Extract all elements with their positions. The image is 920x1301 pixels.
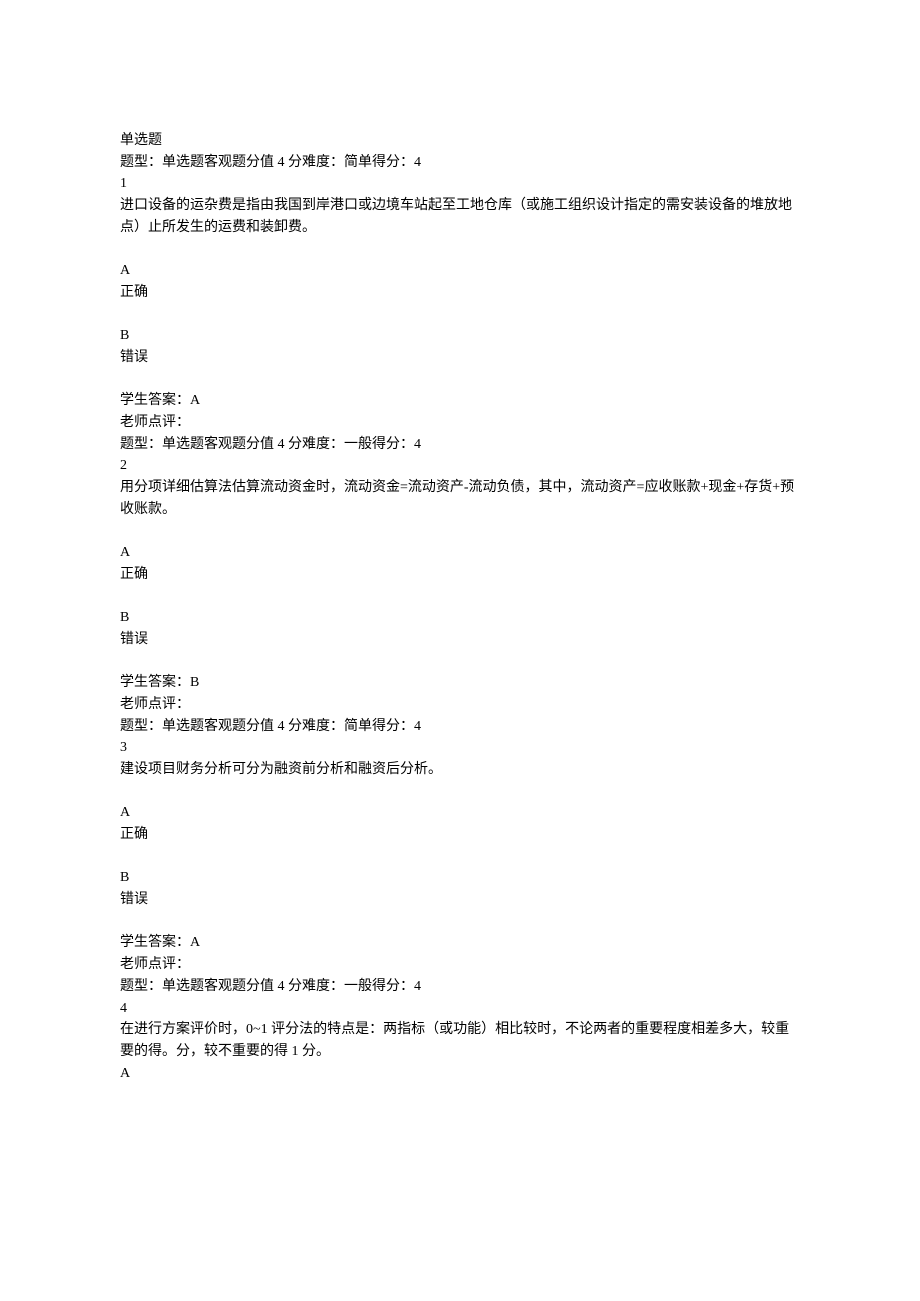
option-letter: B bbox=[120, 325, 800, 347]
teacher-comment: 老师点评： bbox=[120, 412, 800, 434]
blank-line bbox=[120, 520, 800, 542]
option-text: 错误 bbox=[120, 629, 800, 651]
question-prompt: 建设项目财务分析可分为融资前分析和融资后分析。 bbox=[120, 759, 800, 781]
question-prompt: 用分项详细估算法估算流动资金时，流动资金=流动资产-流动负债，其中，流动资产=应… bbox=[120, 477, 800, 520]
student-answer: 学生答案：A bbox=[120, 390, 800, 412]
question-meta: 题型：单选题客观题分值 4 分难度：简单得分：4 bbox=[120, 152, 800, 174]
question-number: 4 bbox=[120, 998, 800, 1020]
option-letter: A bbox=[120, 802, 800, 824]
question-meta: 题型：单选题客观题分值 4 分难度：一般得分：4 bbox=[120, 434, 800, 456]
section-title: 单选题 bbox=[120, 130, 800, 152]
option-text: 正确 bbox=[120, 824, 800, 846]
student-answer: 学生答案：B bbox=[120, 672, 800, 694]
blank-line bbox=[120, 846, 800, 868]
option-text: 正确 bbox=[120, 564, 800, 586]
student-answer: 学生答案：A bbox=[120, 932, 800, 954]
blank-line bbox=[120, 911, 800, 933]
blank-line bbox=[120, 304, 800, 326]
teacher-comment: 老师点评： bbox=[120, 954, 800, 976]
question-meta: 题型：单选题客观题分值 4 分难度：一般得分：4 bbox=[120, 976, 800, 998]
teacher-comment: 老师点评： bbox=[120, 694, 800, 716]
question-number: 3 bbox=[120, 737, 800, 759]
question-prompt: 进口设备的运杂费是指由我国到岸港口或边境车站起至工地仓库（或施工组织设计指定的需… bbox=[120, 195, 800, 238]
option-letter: A bbox=[120, 260, 800, 282]
option-text: 正确 bbox=[120, 282, 800, 304]
option-text: 错误 bbox=[120, 347, 800, 369]
question-meta: 题型：单选题客观题分值 4 分难度：简单得分：4 bbox=[120, 716, 800, 738]
blank-line bbox=[120, 238, 800, 260]
blank-line bbox=[120, 781, 800, 803]
blank-line bbox=[120, 585, 800, 607]
option-letter: A bbox=[120, 1063, 800, 1085]
blank-line bbox=[120, 369, 800, 391]
question-number: 1 bbox=[120, 173, 800, 195]
blank-line bbox=[120, 651, 800, 673]
option-letter: B bbox=[120, 867, 800, 889]
question-number: 2 bbox=[120, 455, 800, 477]
option-text: 错误 bbox=[120, 889, 800, 911]
option-letter: A bbox=[120, 542, 800, 564]
option-letter: B bbox=[120, 607, 800, 629]
document-body: 单选题题型：单选题客观题分值 4 分难度：简单得分：41进口设备的运杂费是指由我… bbox=[120, 130, 800, 1084]
question-prompt: 在进行方案评价时，0~1 评分法的特点是：两指标（或功能）相比较时，不论两者的重… bbox=[120, 1019, 800, 1062]
